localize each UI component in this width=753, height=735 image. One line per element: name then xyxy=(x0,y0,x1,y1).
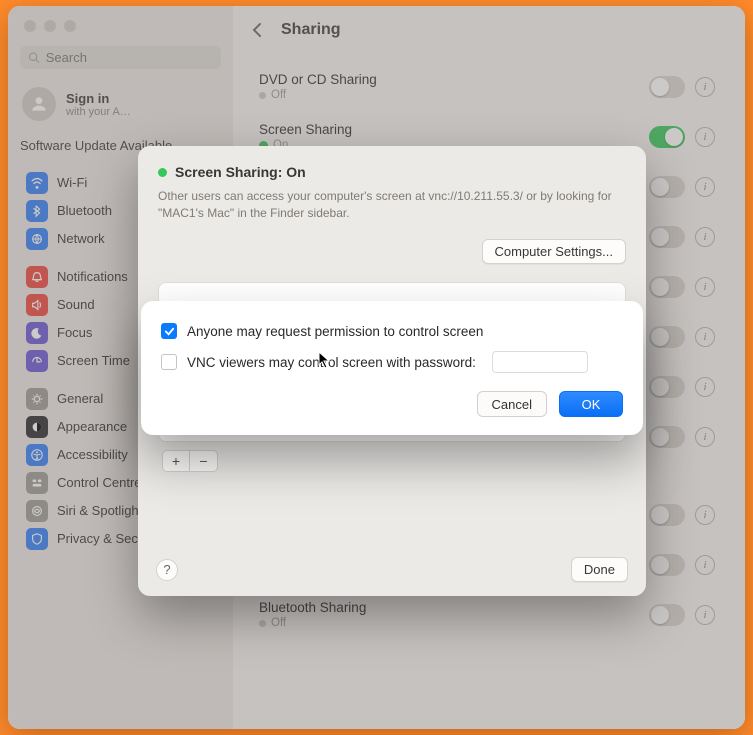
add-button[interactable]: + xyxy=(162,450,190,472)
remove-button[interactable]: − xyxy=(190,450,218,472)
ok-button[interactable]: OK xyxy=(559,391,623,417)
sheet-title-row: Screen Sharing: On xyxy=(158,164,626,180)
vnc-password-input[interactable] xyxy=(492,351,588,373)
sheet-description: Other users can access your computer's s… xyxy=(158,188,626,223)
add-remove-controls: + − xyxy=(158,450,626,472)
option-anyone-request-label: Anyone may request permission to control… xyxy=(187,324,483,339)
option-vnc-password-label: VNC viewers may control screen with pass… xyxy=(187,355,476,370)
sheet-title: Screen Sharing: On xyxy=(175,164,306,180)
status-dot-on-icon xyxy=(158,168,167,177)
computer-settings-modal: Anyone may request permission to control… xyxy=(141,301,643,435)
cancel-button[interactable]: Cancel xyxy=(477,391,547,417)
help-button[interactable]: ? xyxy=(156,559,178,581)
done-button[interactable]: Done xyxy=(571,557,628,582)
option-vnc-password[interactable]: VNC viewers may control screen with pass… xyxy=(161,351,623,373)
checkbox-vnc-password[interactable] xyxy=(161,354,177,370)
option-anyone-request[interactable]: Anyone may request permission to control… xyxy=(161,323,623,339)
checkbox-anyone-request[interactable] xyxy=(161,323,177,339)
computer-settings-button[interactable]: Computer Settings... xyxy=(482,239,627,264)
settings-window: Sign in with your A… Software Update Ava… xyxy=(8,6,745,729)
